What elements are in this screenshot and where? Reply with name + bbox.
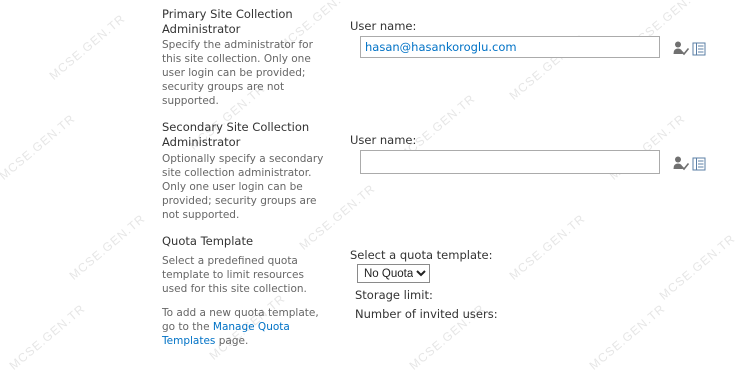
watermark: MCSE.GEN.TR: [0, 111, 78, 183]
check-names-icon[interactable]: [673, 155, 689, 171]
primary-admin-description: Specify the administrator for this site …: [162, 39, 313, 107]
primary-admin-title: Primary Site Collection Administrator: [162, 7, 293, 36]
quota-select-label: Select a quota template:: [350, 248, 493, 262]
watermark: MCSE.GEN.TR: [46, 11, 128, 83]
watermark: MCSE.GEN.TR: [6, 301, 88, 373]
invited-users-label: Number of invited users:: [355, 307, 498, 321]
check-names-icon[interactable]: [673, 40, 689, 56]
address-book-icon[interactable]: [692, 157, 706, 171]
secondary-admin-title: Secondary Site Collection Administrator: [162, 120, 310, 149]
primary-username-label: User name:: [350, 19, 417, 33]
watermark: MCSE.GEN.TR: [586, 301, 668, 373]
secondary-username-input[interactable]: [360, 150, 660, 174]
secondary-admin-description: Optionally specify a secondary site coll…: [162, 153, 324, 221]
primary-username-input[interactable]: hasan@hasankoroglu.com: [360, 36, 660, 58]
quota-add-note-suffix: page.: [218, 335, 249, 347]
watermark: MCSE.GEN.TR: [66, 211, 148, 283]
quota-description: Select a predefined quota template to li…: [162, 255, 307, 295]
secondary-username-label: User name:: [350, 133, 417, 147]
quota-add-note: To add a new quota template, go to the M…: [162, 306, 322, 348]
quota-template-select[interactable]: No Quota: [357, 264, 430, 283]
storage-limit-label: Storage limit:: [355, 288, 433, 302]
watermark: MCSE.GEN.TR: [656, 231, 738, 303]
quota-title: Quota Template: [162, 234, 254, 248]
address-book-icon[interactable]: [692, 42, 706, 56]
watermark: MCSE.GEN.TR: [506, 211, 588, 283]
